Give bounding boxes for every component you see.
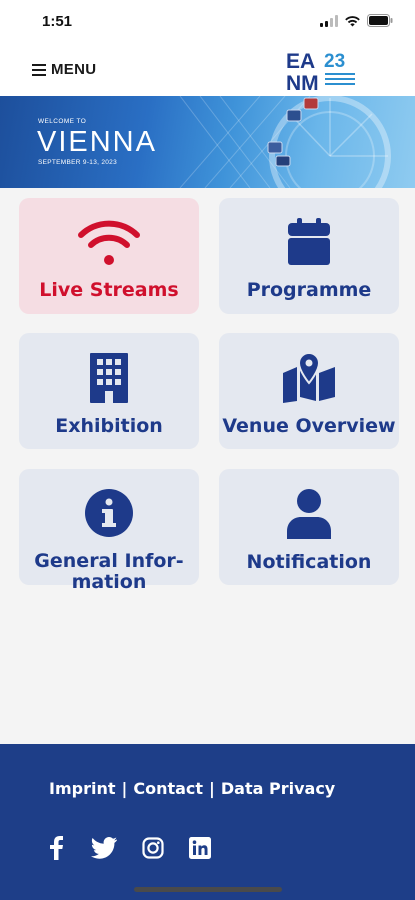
instagram-icon[interactable] [142, 837, 164, 859]
tile-label-general-info-line1: General Infor- [34, 550, 184, 572]
tile-label-programme: Programme [246, 279, 372, 301]
menu-label: MENU [51, 61, 97, 78]
twitter-icon[interactable] [91, 837, 117, 859]
menu-button[interactable]: MENU [32, 61, 96, 78]
wifi-icon [78, 220, 140, 265]
data-privacy-link[interactable]: Data Privacy [221, 779, 335, 798]
tile-live-streams[interactable]: Live Streams [19, 198, 199, 314]
imprint-link[interactable]: Imprint [49, 779, 116, 798]
contact-link[interactable]: Contact [133, 779, 203, 798]
tile-label-notification: Notification [246, 551, 372, 573]
footer-separator: | [209, 779, 215, 798]
info-icon [85, 489, 133, 537]
tile-label-exhibition: Exhibition [55, 415, 163, 437]
logo-line2: NM [286, 72, 319, 92]
eanm-logo: EA 23 NM [284, 48, 358, 92]
tile-general-information[interactable]: General Infor- mation [19, 469, 199, 593]
calendar-icon [288, 218, 330, 265]
user-icon [287, 489, 331, 539]
tile-label-live-streams: Live Streams [39, 279, 179, 301]
banner-welcome: WELCOME TO [38, 118, 87, 125]
signal-icon [320, 14, 338, 27]
wifi-status-icon [345, 15, 360, 26]
tile-venue-overview[interactable]: Venue Overview [219, 333, 399, 449]
logo-number: 23 [324, 51, 345, 72]
status-icons [320, 14, 393, 27]
hamburger-icon [32, 63, 46, 76]
tile-exhibition[interactable]: Exhibition [19, 333, 199, 449]
map-pin-icon [283, 353, 335, 403]
banner-city: VIENNA [37, 126, 157, 158]
tile-notification[interactable]: Notification [219, 469, 399, 585]
tile-label-general-info-line2: mation [71, 571, 147, 593]
app-header: MENU EA 23 NM [0, 44, 415, 96]
tile-programme[interactable]: Programme [219, 198, 399, 314]
footer-separator: | [121, 779, 128, 798]
facebook-icon[interactable] [46, 836, 66, 860]
footer-links: Imprint | Contact | Data Privacy [49, 779, 335, 798]
logo-line1: EA [286, 50, 315, 73]
linkedin-icon[interactable] [189, 837, 211, 859]
home-indicator [134, 887, 282, 892]
building-icon [90, 353, 128, 403]
battery-icon [367, 14, 393, 27]
banner-dates: SEPTEMBER 9-13, 2023 [38, 159, 117, 166]
status-bar: 1:51 [0, 0, 415, 44]
status-time: 1:51 [42, 13, 73, 30]
footer: Imprint | Contact | Data Privacy [0, 744, 415, 900]
social-links [46, 836, 211, 860]
tile-label-venue-overview: Venue Overview [222, 415, 396, 437]
